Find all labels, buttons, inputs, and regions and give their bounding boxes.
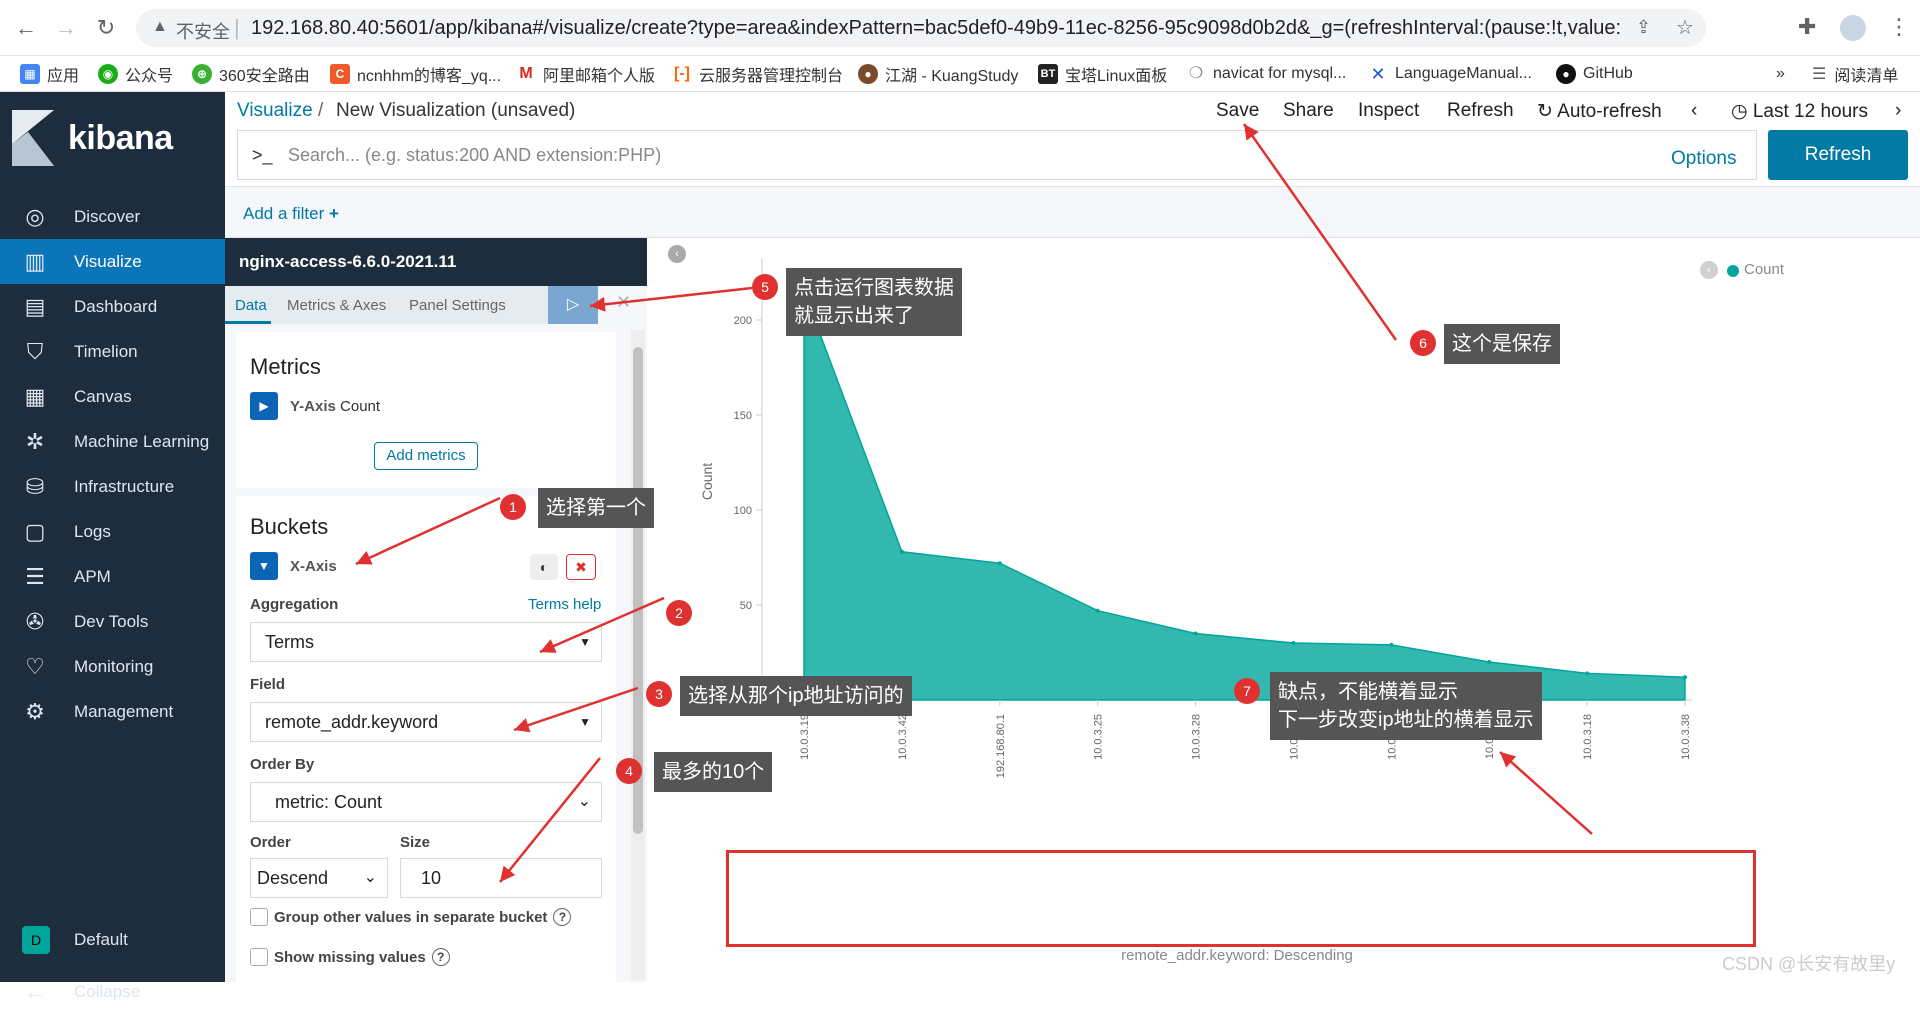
annotation-badge: 6 <box>1410 330 1436 356</box>
annotation-callout: 这个是保存 <box>1444 324 1560 364</box>
annotation-badge: 5 <box>752 274 778 300</box>
annotation-callout: 点击运行图表数据 就显示出来了 <box>786 268 962 336</box>
annotation-badge: 3 <box>646 681 672 707</box>
watermark: CSDN @长安有故里y <box>1722 954 1896 974</box>
annotation-callout: 选择第一个 <box>538 488 654 528</box>
annotation-callout: 缺点，不能横着显示 下一步改变ip地址的横着显示 <box>1270 672 1542 740</box>
annotation-callout: 选择从那个ip地址访问的 <box>680 676 912 716</box>
annotation-badge: 4 <box>616 758 642 784</box>
annotation-arrows <box>355 123 1593 883</box>
annotation-badge: 2 <box>666 600 692 626</box>
annotation-badge: 7 <box>1234 678 1260 704</box>
annotation-badge: 1 <box>500 494 526 520</box>
collapse-label: Collapse <box>74 982 141 1001</box>
annotation-callout: 最多的10个 <box>654 752 773 792</box>
arrow-left-icon: ← <box>24 979 46 1004</box>
